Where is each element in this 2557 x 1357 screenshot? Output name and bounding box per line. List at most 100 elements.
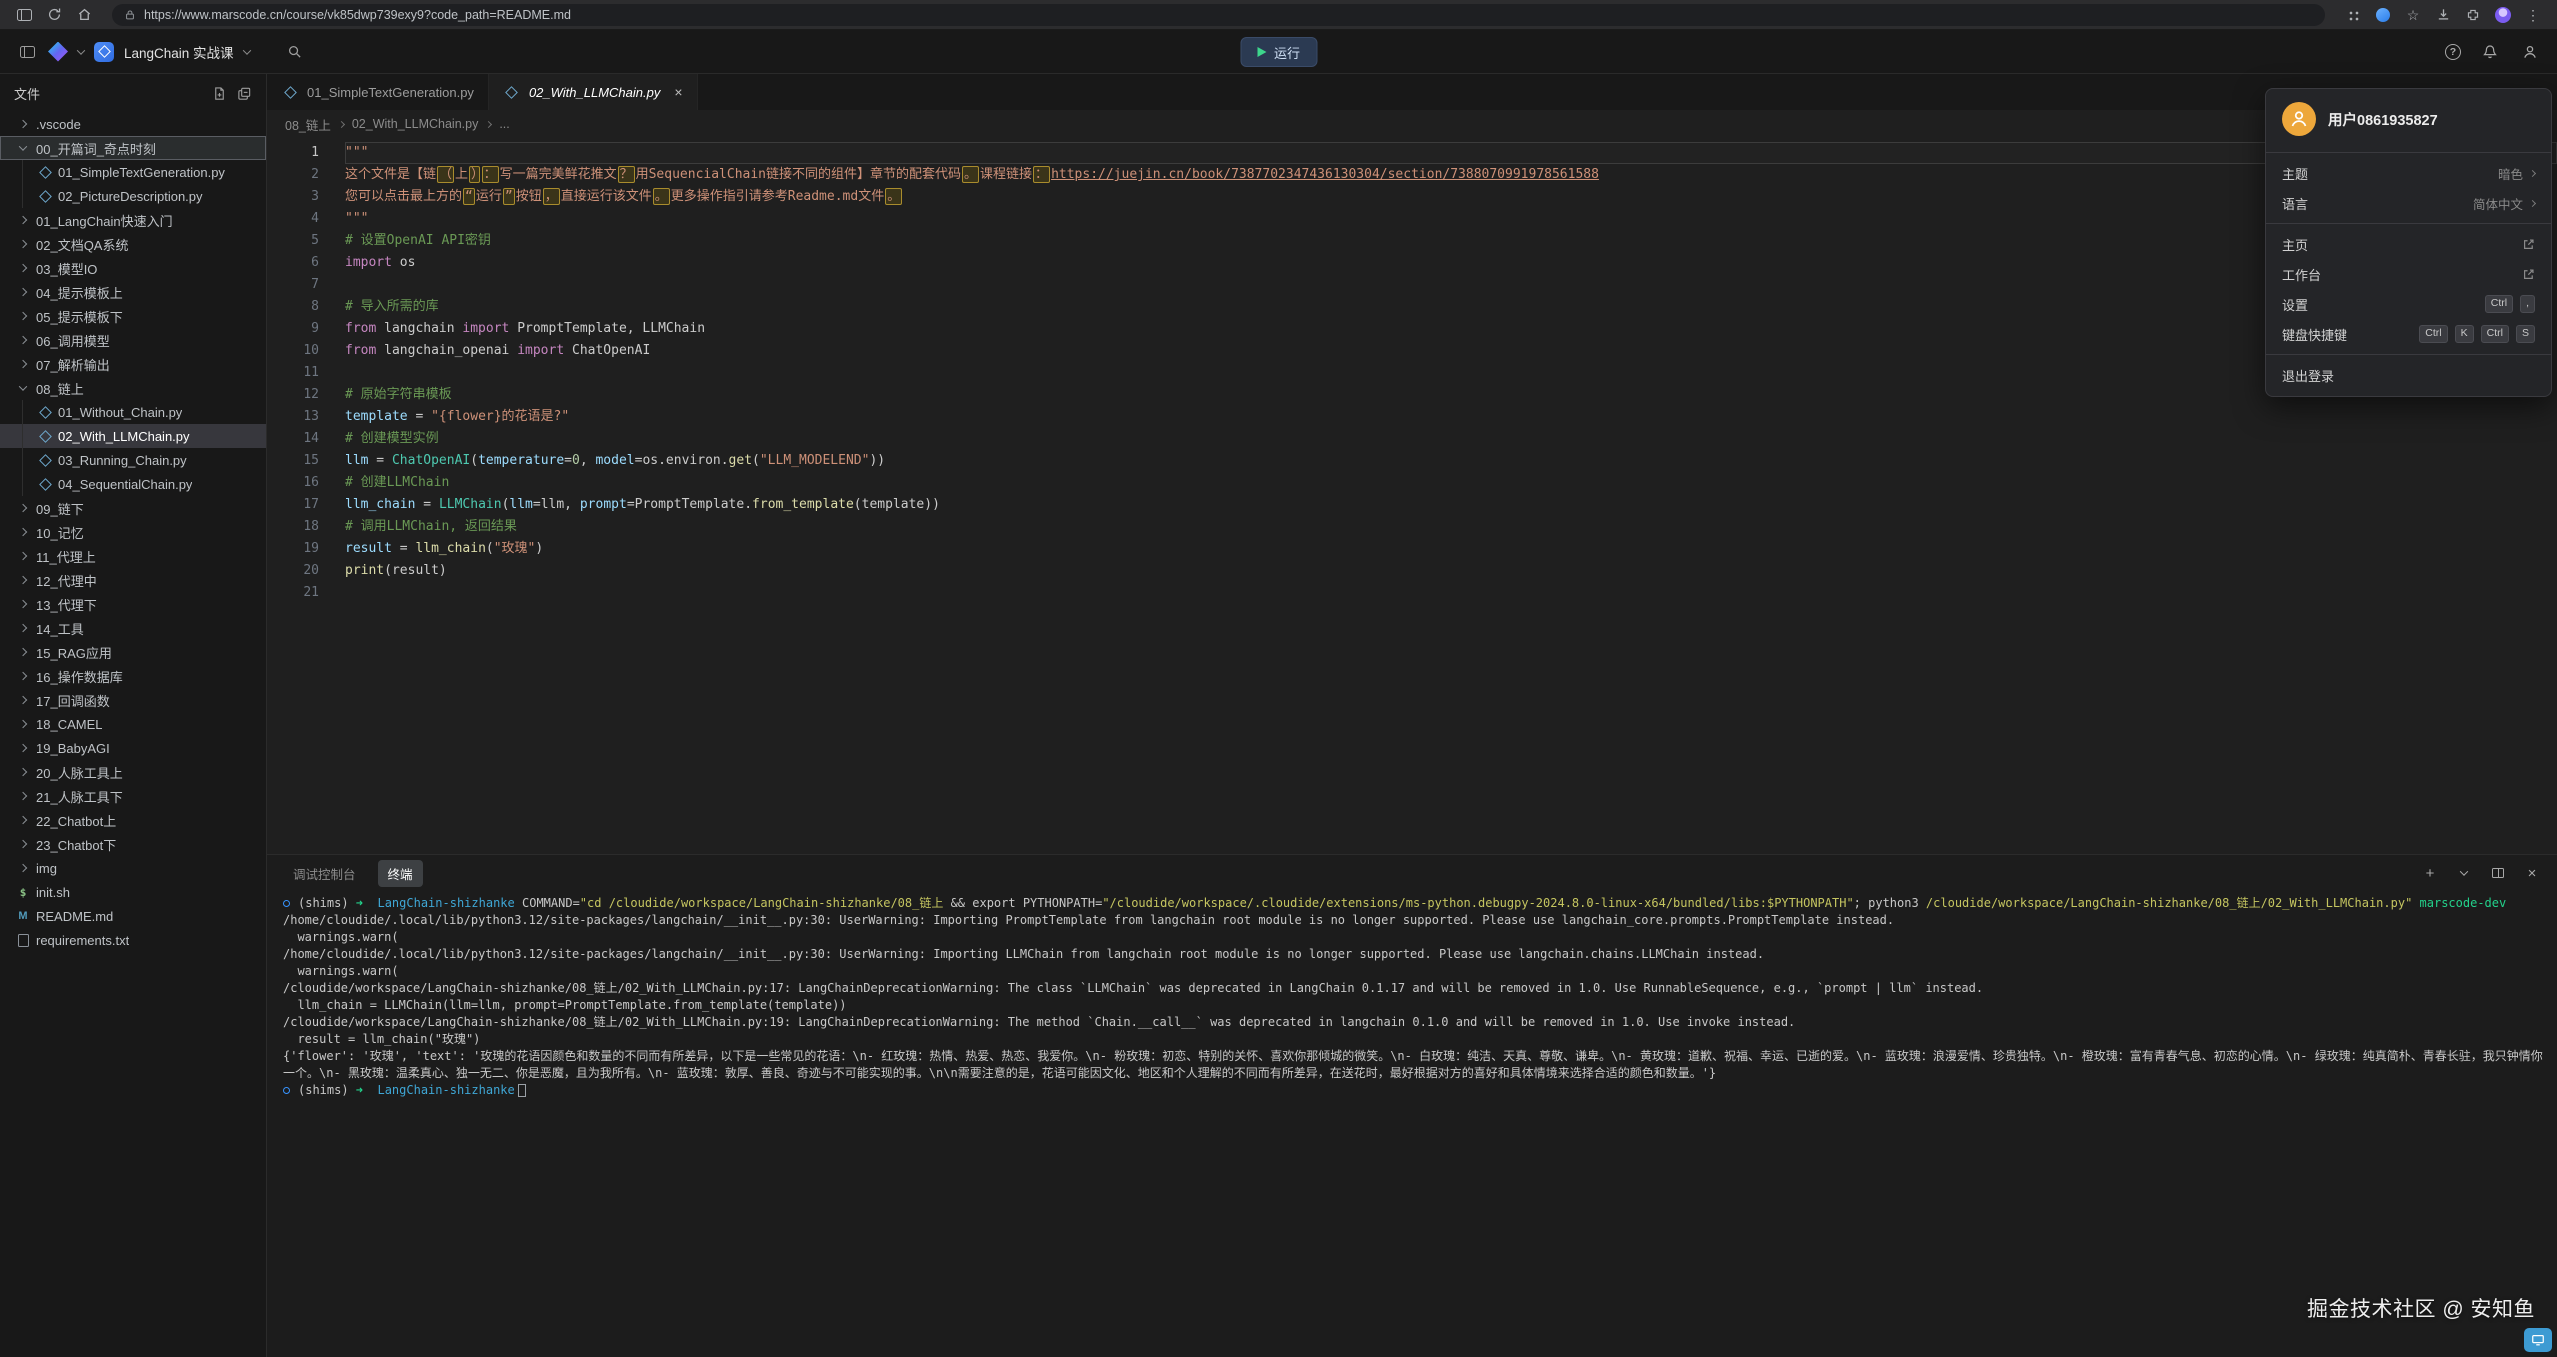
editor-tab[interactable]: 01_SimpleTextGeneration.py: [267, 74, 489, 110]
project-name[interactable]: LangChain 实战课: [124, 42, 234, 62]
code-line[interactable]: 10from langchain_openai import ChatOpenA…: [267, 340, 2557, 362]
tree-item[interactable]: 07_解析输出: [0, 352, 266, 376]
tree-item[interactable]: 20_人脉工具上: [0, 760, 266, 784]
tree-item[interactable]: 02_文档QA系统: [0, 232, 266, 256]
download-icon[interactable]: [2431, 4, 2455, 26]
code-line[interactable]: 2这个文件是【链（上）：写一篇完美鲜花推文？用SequencialChain链接…: [267, 164, 2557, 186]
tree-item[interactable]: requirements.txt: [0, 928, 266, 952]
collapse-all-icon[interactable]: [237, 86, 252, 101]
tree-item[interactable]: 18_CAMEL: [0, 712, 266, 736]
code-line[interactable]: 12# 原始字符串模板: [267, 384, 2557, 406]
apps-grid-icon[interactable]: [2341, 4, 2365, 26]
tree-item[interactable]: img: [0, 856, 266, 880]
code-line[interactable]: 1""": [267, 142, 2557, 164]
menu-item[interactable]: 设置Ctrl,: [2266, 289, 2551, 319]
tree-item[interactable]: 01_SimpleTextGeneration.py: [0, 160, 266, 184]
tree-item[interactable]: 11_代理上: [0, 544, 266, 568]
tree-item[interactable]: 16_操作数据库: [0, 664, 266, 688]
terminal[interactable]: (shims) ➜ LangChain-shizhanke COMMAND="c…: [267, 891, 2557, 1357]
browser-profile-avatar[interactable]: [2491, 4, 2515, 26]
tree-item[interactable]: MREADME.md: [0, 904, 266, 928]
tree-item[interactable]: $init.sh: [0, 880, 266, 904]
chevron-down-icon[interactable]: [242, 46, 250, 54]
layout-sidebar-icon[interactable]: [16, 41, 38, 63]
tree-item[interactable]: 09_链下: [0, 496, 266, 520]
tree-item[interactable]: 19_BabyAGI: [0, 736, 266, 760]
new-terminal-icon[interactable]: +: [2421, 864, 2439, 882]
menu-item[interactable]: 语言简体中文: [2266, 188, 2551, 218]
code-line[interactable]: 4""": [267, 208, 2557, 230]
tree-item[interactable]: 01_LangChain快速入门: [0, 208, 266, 232]
help-icon[interactable]: ?: [2445, 44, 2461, 60]
code-line[interactable]: 21: [267, 582, 2557, 604]
breadcrumb-item[interactable]: 08_链上: [285, 115, 331, 134]
panel-tab[interactable]: 终端: [378, 860, 423, 887]
tree-item[interactable]: 14_工具: [0, 616, 266, 640]
code-line[interactable]: 7: [267, 274, 2557, 296]
tree-item[interactable]: 03_Running_Chain.py: [0, 448, 266, 472]
tree-item[interactable]: 15_RAG应用: [0, 640, 266, 664]
code-line[interactable]: 5# 设置OpenAI API密钥: [267, 230, 2557, 252]
split-terminal-icon[interactable]: [2489, 864, 2507, 882]
code-line[interactable]: 13template = "{flower}的花语是?": [267, 406, 2557, 428]
breadcrumb-item[interactable]: 02_With_LLMChain.py: [352, 117, 478, 131]
close-icon[interactable]: ×: [674, 85, 682, 99]
tree-item[interactable]: 22_Chatbot上: [0, 808, 266, 832]
code-lines[interactable]: 1"""2这个文件是【链（上）：写一篇完美鲜花推文？用SequencialCha…: [267, 138, 2557, 854]
tree-item[interactable]: 12_代理中: [0, 568, 266, 592]
notifications-bell-icon[interactable]: [2479, 41, 2501, 63]
extensions-puzzle-icon[interactable]: [2461, 4, 2485, 26]
tree-item[interactable]: 03_模型IO: [0, 256, 266, 280]
tree-item[interactable]: 06_调用模型: [0, 328, 266, 352]
browser-menu-icon[interactable]: ⋮: [2521, 4, 2545, 26]
marscode-logo[interactable]: [48, 42, 68, 62]
terminal-profile-chevron-icon[interactable]: [2455, 864, 2473, 882]
menu-item[interactable]: 主题暗色: [2266, 158, 2551, 188]
tree-item[interactable]: 08_链上: [0, 376, 266, 400]
code-line[interactable]: 15llm = ChatOpenAI(temperature=0, model=…: [267, 450, 2557, 472]
tree-item[interactable]: 00_开篇词_奇点时刻: [0, 136, 266, 160]
chevron-down-icon[interactable]: [77, 46, 85, 54]
feedback-badge[interactable]: [2524, 1328, 2552, 1352]
search-icon[interactable]: [284, 41, 306, 63]
code-line[interactable]: 9from langchain import PromptTemplate, L…: [267, 318, 2557, 340]
tree-item[interactable]: 01_Without_Chain.py: [0, 400, 266, 424]
menu-item[interactable]: 工作台: [2266, 259, 2551, 289]
tree-item[interactable]: 02_PictureDescription.py: [0, 184, 266, 208]
menu-item[interactable]: 键盘快捷键CtrlKCtrlS: [2266, 319, 2551, 349]
browser-refresh-icon[interactable]: [42, 4, 66, 26]
code-line[interactable]: 16# 创建LLMChain: [267, 472, 2557, 494]
panel-tab[interactable]: 调试控制台: [283, 860, 366, 887]
editor-tab[interactable]: 02_With_LLMChain.py×: [489, 74, 698, 110]
code-line[interactable]: 19result = llm_chain("玫瑰"): [267, 538, 2557, 560]
browser-home-icon[interactable]: [72, 4, 96, 26]
tree-item[interactable]: 02_With_LLMChain.py: [0, 424, 266, 448]
tree-item[interactable]: 23_Chatbot下: [0, 832, 266, 856]
tree-item[interactable]: 17_回调函数: [0, 688, 266, 712]
new-file-icon[interactable]: [212, 86, 227, 101]
run-button[interactable]: 运行: [1240, 37, 1317, 67]
menu-item[interactable]: 主页: [2266, 229, 2551, 259]
code-line[interactable]: 11: [267, 362, 2557, 384]
tree-item[interactable]: 13_代理下: [0, 592, 266, 616]
bookmark-star-icon[interactable]: ☆: [2401, 4, 2425, 26]
breadcrumb-item[interactable]: ...: [499, 117, 509, 131]
user-avatar-icon[interactable]: [2519, 41, 2541, 63]
browser-url-bar[interactable]: https://www.marscode.cn/course/vk85dwp73…: [112, 4, 2325, 26]
tree-item[interactable]: 04_SequentialChain.py: [0, 472, 266, 496]
browser-tab-panel-icon[interactable]: [12, 4, 36, 26]
tree-item[interactable]: 05_提示模板下: [0, 304, 266, 328]
tree-item[interactable]: 21_人脉工具下: [0, 784, 266, 808]
code-line[interactable]: 18# 调用LLMChain, 返回结果: [267, 516, 2557, 538]
browser-extension-badge-icon[interactable]: [2371, 4, 2395, 26]
code-line[interactable]: 20print(result): [267, 560, 2557, 582]
tree-item[interactable]: .vscode: [0, 112, 266, 136]
close-panel-icon[interactable]: ×: [2523, 864, 2541, 882]
code-line[interactable]: 8# 导入所需的库: [267, 296, 2557, 318]
code-line[interactable]: 17llm_chain = LLMChain(llm=llm, prompt=P…: [267, 494, 2557, 516]
code-line[interactable]: 3您可以点击最上方的“运行”按钮，直接运行该文件。更多操作指引请参考Readme…: [267, 186, 2557, 208]
code-line[interactable]: 14# 创建模型实例: [267, 428, 2557, 450]
tree-item[interactable]: 04_提示模板上: [0, 280, 266, 304]
menu-item[interactable]: 退出登录: [2266, 360, 2551, 390]
tree-item[interactable]: 10_记忆: [0, 520, 266, 544]
